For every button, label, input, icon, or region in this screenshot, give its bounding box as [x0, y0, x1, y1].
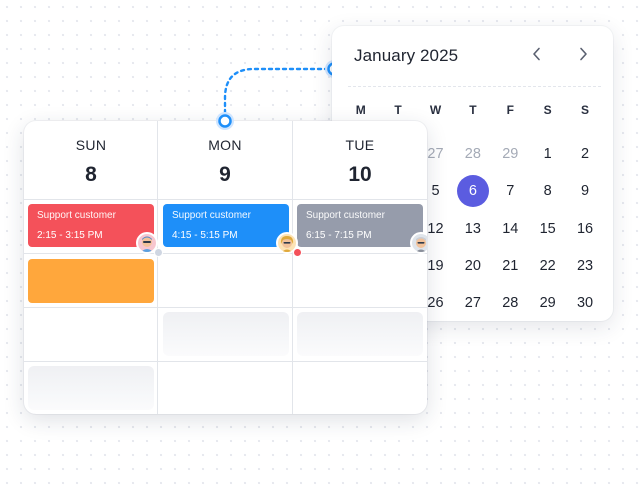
day-number: 29 — [502, 146, 519, 162]
day-header-tue[interactable]: TUE 10 — [293, 121, 427, 199]
row-divider — [24, 361, 427, 362]
day-cell[interactable]: 13 — [454, 214, 491, 244]
next-month-button[interactable] — [572, 43, 594, 65]
day-header-sun[interactable]: SUN 8 — [24, 121, 158, 199]
day-name: TUE — [345, 137, 375, 153]
day-number: 1 — [543, 146, 552, 162]
day-name: MON — [208, 137, 242, 153]
day-cell[interactable]: 20 — [454, 251, 491, 281]
day-header-mon[interactable]: MON 9 — [158, 121, 292, 199]
day-number: 28 — [464, 146, 481, 162]
day-number: 13 — [464, 220, 481, 237]
day-cell[interactable]: 9 — [566, 176, 603, 206]
avatar[interactable] — [410, 232, 427, 254]
event-card[interactable]: Support customer 2:15 - 3:15 PM — [28, 204, 154, 247]
event-time: 6:15 - 7:15 PM — [306, 230, 372, 241]
day-number: 9 — [219, 163, 231, 186]
placeholder-block — [163, 312, 289, 356]
day-cell[interactable]: 29 — [492, 139, 529, 169]
day-cell[interactable]: 29 — [529, 288, 566, 318]
chevron-left-icon — [533, 47, 540, 61]
day-number: 8 — [85, 163, 97, 186]
day-number: 30 — [576, 295, 594, 312]
day-cell[interactable]: 28 — [492, 288, 529, 318]
weekday-label: M — [355, 103, 366, 117]
day-name: SUN — [75, 137, 107, 153]
day-cell[interactable]: 14 — [492, 214, 529, 244]
chevron-right-icon — [580, 47, 587, 61]
avatar-icon — [416, 237, 426, 252]
weekday-label: T — [394, 103, 402, 117]
placeholder-block — [28, 366, 154, 410]
row-divider — [24, 199, 427, 200]
row-divider — [24, 307, 427, 308]
day-number: 15 — [539, 220, 556, 237]
day-cell[interactable]: 22 — [529, 251, 566, 281]
status-badge — [293, 248, 302, 257]
event-block[interactable] — [28, 259, 154, 303]
day-number: 28 — [502, 295, 519, 312]
selected-day[interactable]: 6 — [454, 175, 491, 208]
event-title: Support customer — [37, 210, 116, 221]
day-number: 5 — [431, 183, 440, 200]
day-number: 21 — [502, 257, 519, 274]
prev-month-button[interactable] — [526, 43, 548, 65]
day-cell[interactable]: 28 — [454, 139, 491, 169]
weekday-header: M T W T F S S — [342, 103, 604, 117]
day-cell[interactable]: 15 — [529, 214, 566, 244]
day-number: 29 — [539, 295, 556, 312]
day-cell[interactable]: 8 — [529, 176, 566, 206]
day-cell[interactable]: 23 — [566, 251, 603, 281]
weekday-label: W — [429, 103, 442, 117]
event-title: Support customer — [306, 210, 385, 221]
event-card[interactable]: Support customer 4:15 - 5:15 PM — [163, 204, 289, 247]
day-number: 20 — [464, 257, 481, 274]
day-number: 27 — [427, 146, 444, 162]
status-badge — [154, 248, 163, 257]
row-divider — [24, 253, 427, 254]
event-card[interactable]: Support customer 6:15 - 7:15 PM — [297, 204, 423, 247]
day-number: 16 — [576, 220, 594, 237]
day-number: 22 — [539, 257, 556, 274]
day-number: 10 — [348, 163, 372, 186]
month-divider — [348, 86, 601, 87]
event-time: 2:15 - 3:15 PM — [37, 230, 103, 241]
weekday-label: F — [506, 103, 514, 117]
day-number: 8 — [543, 183, 552, 200]
weekday-label: S — [543, 103, 552, 117]
weekday-label: S — [581, 103, 590, 117]
day-number: 7 — [506, 183, 515, 200]
avatar-icon — [141, 236, 153, 252]
day-cell[interactable]: 27 — [454, 288, 491, 318]
event-time: 4:15 - 5:15 PM — [172, 230, 238, 241]
day-number: 27 — [464, 295, 481, 312]
day-cell[interactable]: 7 — [492, 176, 529, 206]
placeholder-block — [297, 312, 423, 356]
day-number: 9 — [581, 183, 590, 200]
day-cell[interactable]: 2 — [566, 139, 603, 169]
weekday-label: T — [469, 103, 477, 117]
day-number: 2 — [581, 146, 590, 162]
day-cell[interactable]: 30 — [566, 288, 603, 318]
day-number: 23 — [576, 257, 594, 274]
week-view: SUN 8 MON 9 TUE 10 Support customer 2:15… — [24, 121, 427, 414]
day-number: 26 — [427, 295, 444, 312]
day-cell[interactable]: 16 — [566, 214, 603, 244]
day-cell[interactable]: 21 — [492, 251, 529, 281]
day-number: 19 — [427, 257, 444, 274]
event-title: Support customer — [172, 210, 251, 221]
day-number: 14 — [502, 220, 519, 237]
day-cell[interactable]: 1 — [529, 139, 566, 169]
day-number: 12 — [427, 220, 444, 237]
day-number: 6 — [456, 175, 489, 208]
month-title: January 2025 — [354, 46, 459, 65]
